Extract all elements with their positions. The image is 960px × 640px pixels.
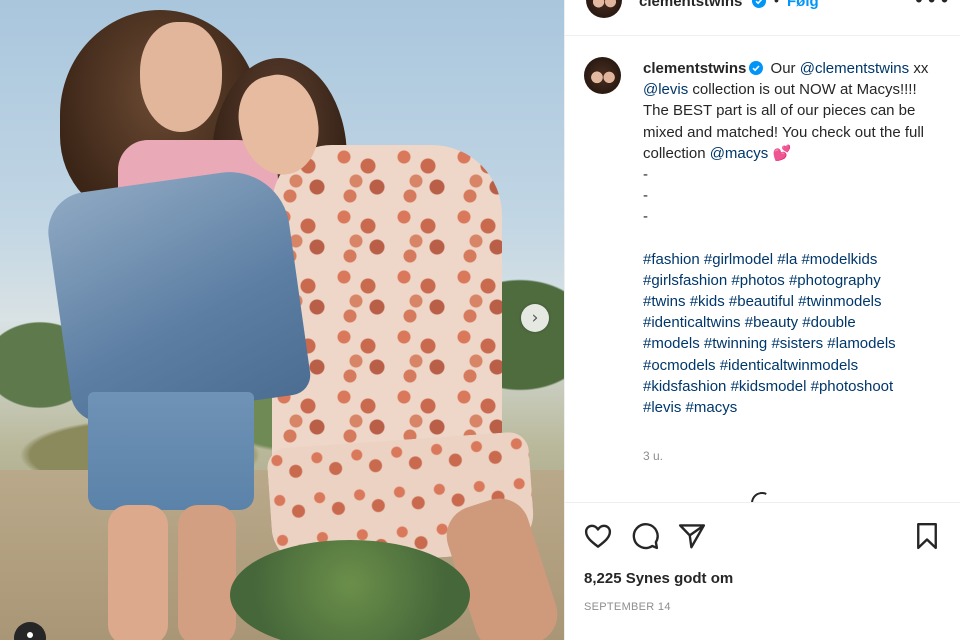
hashtag-link[interactable]: #girlmodel bbox=[704, 251, 773, 268]
post-date[interactable]: SEPTEMBER 14 bbox=[584, 601, 671, 613]
loading-spinner-icon bbox=[747, 488, 777, 502]
more-options-icon[interactable]: ••• bbox=[913, 0, 951, 12]
mention-link[interactable]: @macys bbox=[710, 145, 769, 162]
hashtag-link[interactable]: #lamodels bbox=[827, 335, 895, 352]
instagram-post-view: › clementstwins • Følg ••• clementstwins… bbox=[0, 0, 960, 640]
hashtag-link[interactable]: #girlsfashion bbox=[643, 272, 727, 289]
hashtag-link[interactable]: #la bbox=[777, 251, 797, 268]
foreground-bush bbox=[230, 540, 470, 640]
hashtag-link[interactable]: #modelkids bbox=[801, 251, 877, 268]
mention-link[interactable]: @clementstwins bbox=[800, 60, 909, 77]
hashtag-line: #girlsfashion #photos #photography bbox=[643, 270, 943, 291]
left-girl-face bbox=[140, 22, 222, 132]
hashtag-line: #ocmodels #identicaltwinmodels bbox=[643, 355, 943, 376]
hashtag-line: #twins #kids #beautiful #twinmodels bbox=[643, 291, 943, 312]
caption-text: clementstwins Our @clementstwins xx @lev… bbox=[643, 58, 943, 418]
mention-link[interactable]: @levis bbox=[643, 81, 688, 98]
verified-badge-icon bbox=[752, 0, 766, 8]
comment-icon[interactable] bbox=[630, 521, 660, 551]
send-icon[interactable] bbox=[677, 521, 707, 551]
left-girl-denim-skirt bbox=[88, 392, 254, 510]
verified-badge-icon bbox=[749, 61, 764, 75]
hashtag-link[interactable]: #double bbox=[802, 314, 855, 331]
hashtag-link[interactable]: #identicaltwins bbox=[643, 314, 741, 331]
caption-username[interactable]: clementstwins bbox=[643, 60, 746, 77]
hashtag-line: #models #twinning #sisters #lamodels bbox=[643, 333, 943, 354]
hashtag-block: #fashion #girlmodel #la #modelkids #girl… bbox=[643, 249, 943, 419]
caption-timestamp[interactable]: 3 u. bbox=[643, 449, 663, 463]
hashtag-line: #identicaltwins #beauty #double bbox=[643, 312, 943, 333]
hashtag-link[interactable]: #kids bbox=[690, 293, 725, 310]
chevron-right-icon: › bbox=[531, 308, 539, 328]
hashtag-link[interactable]: #twinmodels bbox=[798, 293, 881, 310]
hashtag-link[interactable]: #kidsfashion bbox=[643, 378, 726, 395]
avatar[interactable] bbox=[586, 0, 622, 18]
caption-section: clementstwins Our @clementstwins xx @lev… bbox=[565, 37, 960, 502]
heart-emoji: 💕 bbox=[772, 144, 792, 162]
next-photo-button[interactable]: › bbox=[521, 304, 549, 332]
hashtag-link[interactable]: #ocmodels bbox=[643, 357, 716, 374]
hashtag-link[interactable]: #beautiful bbox=[729, 293, 794, 310]
caption-dash: - bbox=[643, 166, 648, 184]
hashtag-link[interactable]: #macys bbox=[686, 399, 738, 416]
caption-dash: - bbox=[643, 187, 648, 205]
caption-body: Our bbox=[766, 60, 800, 77]
post-header: clementstwins • Følg ••• bbox=[565, 0, 960, 36]
hashtag-link[interactable]: #identicaltwinmodels bbox=[720, 357, 858, 374]
hashtag-link[interactable]: #sisters bbox=[771, 335, 823, 352]
separator-dot: • bbox=[774, 0, 779, 8]
hashtag-line: #fashion #girlmodel #la #modelkids bbox=[643, 249, 943, 270]
follow-button[interactable]: Følg bbox=[787, 0, 819, 10]
hashtag-link[interactable]: #kidsmodel bbox=[731, 378, 807, 395]
post-photo[interactable]: › bbox=[0, 0, 564, 640]
hashtag-line: #levis #macys bbox=[643, 397, 943, 418]
left-girl-leg bbox=[178, 505, 236, 640]
action-bar: 8,225 Synes godt om SEPTEMBER 14 bbox=[565, 502, 960, 640]
heart-icon[interactable] bbox=[583, 521, 613, 551]
hashtag-link[interactable]: #twins bbox=[643, 293, 686, 310]
post-side-panel: clementstwins • Følg ••• clementstwins O… bbox=[564, 0, 960, 640]
caption-dash: - bbox=[643, 208, 648, 226]
left-girl-denim-jacket bbox=[43, 164, 313, 426]
hashtag-link[interactable]: #twinning bbox=[704, 335, 767, 352]
hashtag-link[interactable]: #models bbox=[643, 335, 700, 352]
hashtag-link[interactable]: #photoshoot bbox=[811, 378, 894, 395]
hashtag-link[interactable]: #levis bbox=[643, 399, 681, 416]
avatar[interactable] bbox=[584, 57, 621, 94]
header-username[interactable]: clementstwins bbox=[639, 0, 742, 10]
likes-count[interactable]: 8,225 Synes godt om bbox=[584, 570, 733, 587]
hashtag-link[interactable]: #photography bbox=[789, 272, 881, 289]
hashtag-link[interactable]: #beauty bbox=[745, 314, 798, 331]
bookmark-icon[interactable] bbox=[912, 521, 942, 551]
left-girl-leg bbox=[108, 505, 168, 640]
hashtag-link[interactable]: #photos bbox=[731, 272, 784, 289]
hashtag-line: #kidsfashion #kidsmodel #photoshoot bbox=[643, 376, 943, 397]
hashtag-link[interactable]: #fashion bbox=[643, 251, 700, 268]
caption-body: xx bbox=[909, 60, 929, 77]
